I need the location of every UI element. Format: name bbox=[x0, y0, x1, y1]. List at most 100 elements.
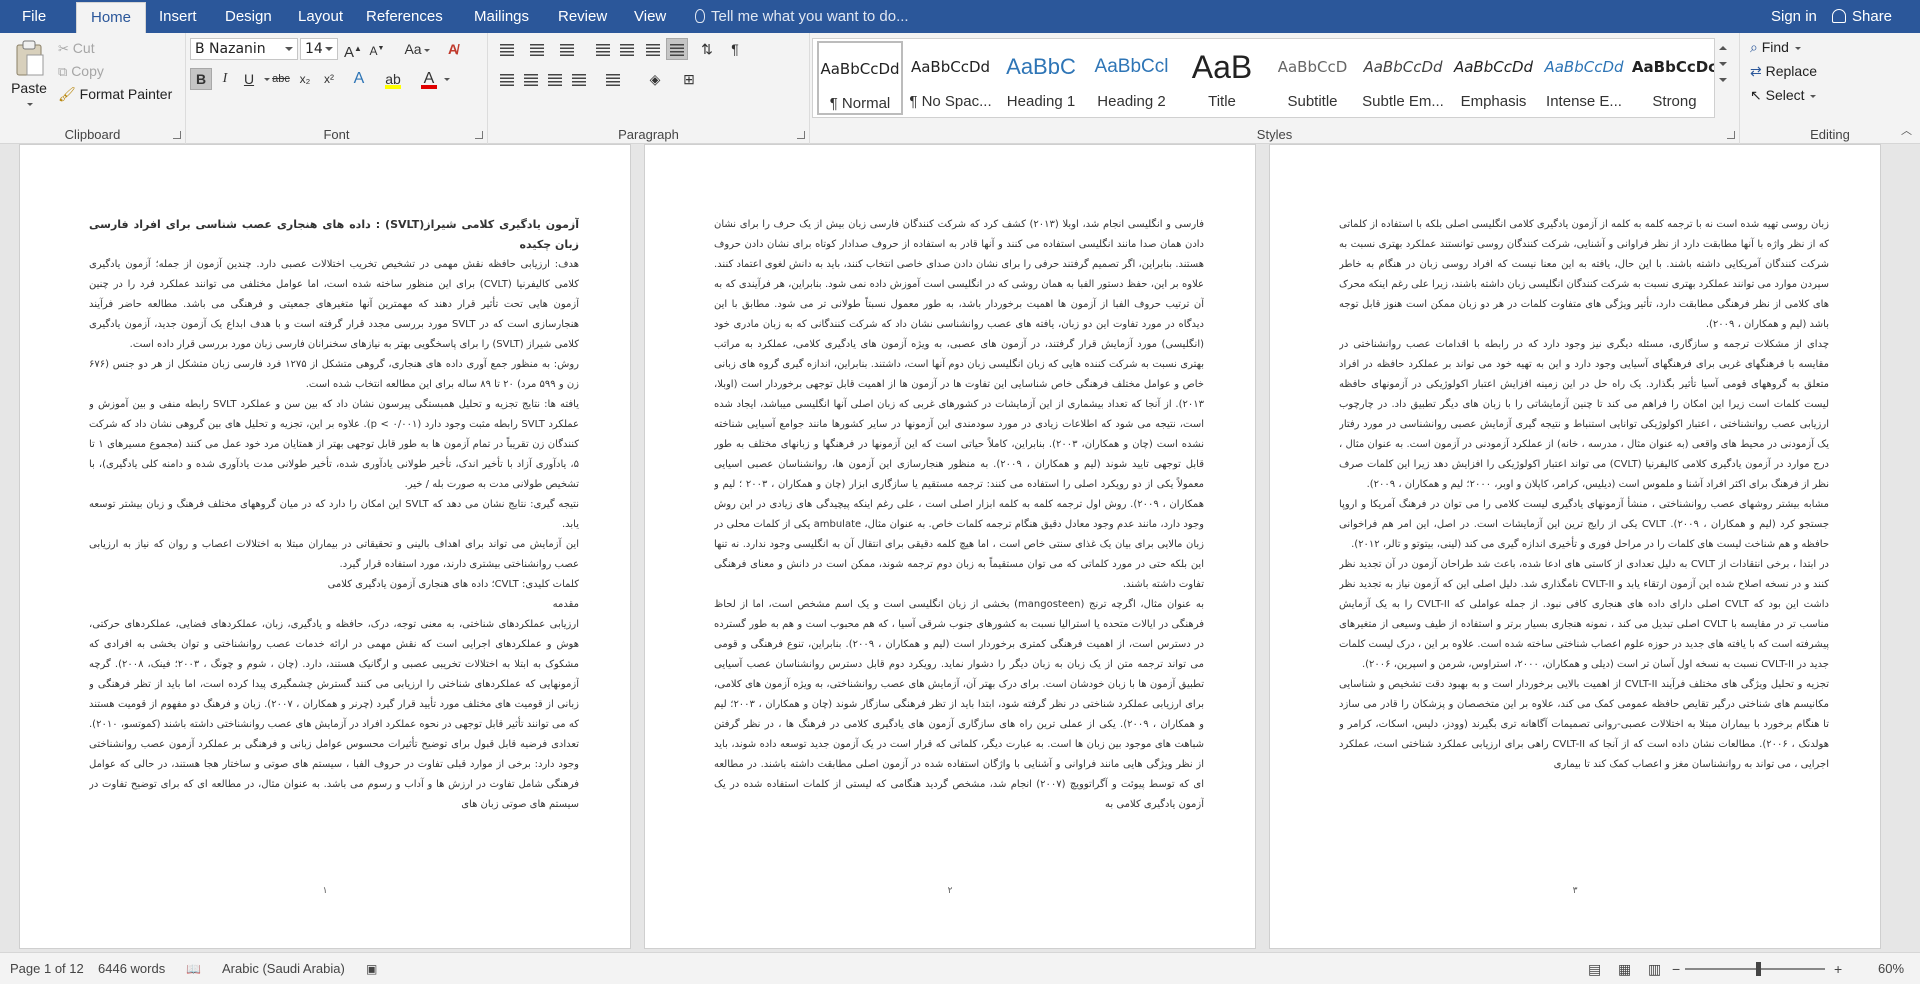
tab-insert[interactable]: Insert bbox=[159, 0, 197, 33]
strikethrough-button[interactable]: abc bbox=[270, 68, 292, 90]
bold-button[interactable]: B bbox=[190, 68, 212, 90]
zoom-out-icon[interactable]: − bbox=[1672, 953, 1680, 984]
font-family-select[interactable]: B Nazanin bbox=[190, 38, 298, 60]
document-area[interactable]: آزمون یادگیری کلامی شیراز(SVLT) : داده ه… bbox=[0, 144, 1920, 952]
page-2-body[interactable]: فارسی و انگلیسی انجام شد، اوبلا (۲۰۱۳) ک… bbox=[714, 215, 1204, 815]
collapse-ribbon-icon[interactable]: ︿ bbox=[1901, 122, 1912, 138]
line-spacing-button[interactable] bbox=[602, 68, 624, 90]
status-bar: Page 1 of 12 6446 words 📖 Arabic (Saudi … bbox=[0, 952, 1920, 984]
numbering-button[interactable] bbox=[526, 38, 548, 60]
clear-formatting-button[interactable]: A̸ bbox=[442, 38, 464, 60]
ltr-button[interactable] bbox=[642, 38, 664, 60]
style-subtle-em[interactable]: AaBbCcDd Subtle Em... bbox=[1360, 41, 1446, 115]
tab-layout[interactable]: Layout bbox=[298, 0, 343, 33]
tab-mailings[interactable]: Mailings bbox=[474, 0, 529, 33]
zoom-level[interactable]: 60% bbox=[1878, 953, 1904, 984]
tab-file[interactable]: File bbox=[22, 0, 46, 33]
font-launcher-icon[interactable] bbox=[475, 131, 483, 139]
paste-button[interactable]: Paste bbox=[8, 37, 50, 115]
paragraph-group: ⇅ ¶ ◈ ⊞ Paragraph bbox=[488, 33, 810, 144]
font-size-select[interactable]: 14 bbox=[300, 38, 338, 60]
style-subtitle[interactable]: AaBbCcD Subtitle bbox=[1270, 41, 1356, 115]
justify-button[interactable] bbox=[568, 68, 590, 90]
read-mode-icon[interactable]: ▤ bbox=[1588, 953, 1601, 984]
borders-button[interactable]: ⊞ bbox=[678, 68, 700, 90]
style-strong[interactable]: AaBbCcDc Strong bbox=[1632, 41, 1718, 115]
text-effects-button[interactable]: A bbox=[348, 68, 370, 90]
font-color-dropdown-icon[interactable] bbox=[444, 78, 450, 81]
paste-dropdown-icon[interactable] bbox=[27, 103, 33, 107]
shrink-font-button[interactable]: A▼ bbox=[366, 38, 388, 60]
page-3-body[interactable]: زبان روسی تهیه شده است نه با ترجمه کلمه … bbox=[1339, 215, 1829, 775]
style-preview: AaBbCcD bbox=[1277, 58, 1348, 76]
highlight-button[interactable]: ab bbox=[382, 68, 404, 90]
chevron-down-icon[interactable] bbox=[1718, 62, 1727, 66]
page-2[interactable]: فارسی و انگلیسی انجام شد، اوبلا (۲۰۱۳) ک… bbox=[644, 144, 1256, 949]
grow-font-button[interactable]: A▲ bbox=[342, 38, 364, 61]
cut-button[interactable]: ✂ Cut bbox=[58, 40, 95, 57]
tab-references[interactable]: References bbox=[366, 0, 443, 33]
find-button[interactable]: ⌕ Find bbox=[1750, 39, 1801, 56]
sort-button[interactable]: ⇅ bbox=[696, 38, 718, 60]
zoom-slider-thumb[interactable] bbox=[1756, 962, 1761, 976]
subscript-button[interactable]: x₂ bbox=[294, 68, 316, 90]
print-layout-icon[interactable]: ▦ bbox=[1618, 953, 1631, 984]
chevron-up-icon[interactable] bbox=[1718, 46, 1727, 50]
style-emphasis[interactable]: AaBbCcDd Emphasis bbox=[1451, 41, 1537, 115]
style-name: Heading 2 bbox=[1097, 93, 1166, 110]
proofing-icon[interactable]: 📖 bbox=[186, 953, 201, 984]
style-no-spac[interactable]: AaBbCcDd ¶ No Spac... bbox=[908, 41, 994, 115]
copy-button[interactable]: ⧉ Copy bbox=[58, 63, 104, 80]
decrease-indent-button[interactable] bbox=[592, 38, 614, 60]
word-count[interactable]: 6446 words bbox=[98, 953, 165, 984]
replace-button[interactable]: ⇄ Replace bbox=[1750, 63, 1817, 80]
multilevel-list-icon bbox=[560, 44, 574, 57]
style-heading-2[interactable]: AaBbCcl Heading 2 bbox=[1089, 41, 1175, 115]
align-right-button[interactable] bbox=[544, 68, 566, 90]
italic-button[interactable]: I bbox=[214, 68, 236, 90]
zoom-in-icon[interactable]: + bbox=[1834, 953, 1842, 984]
bullets-button[interactable] bbox=[496, 38, 518, 60]
web-layout-icon[interactable]: ▥ bbox=[1648, 953, 1661, 984]
page-1-body[interactable]: آزمون یادگیری کلامی شیراز(SVLT) : داده ه… bbox=[89, 215, 579, 815]
styles-launcher-icon[interactable] bbox=[1727, 131, 1735, 139]
zoom-slider[interactable] bbox=[1685, 968, 1825, 970]
style-heading-1[interactable]: AaBbC Heading 1 bbox=[998, 41, 1084, 115]
format-painter-button[interactable]: 🖌 Format Painter bbox=[58, 86, 172, 103]
gallery-scroll[interactable] bbox=[1714, 38, 1730, 118]
style-preview: AaBbCcl bbox=[1094, 56, 1169, 77]
rtl-button[interactable] bbox=[666, 38, 688, 60]
style-title[interactable]: AaB Title bbox=[1179, 41, 1265, 115]
language-indicator[interactable]: Arabic (Saudi Arabia) bbox=[222, 953, 345, 984]
change-case-button[interactable]: Aa bbox=[402, 38, 432, 60]
page-1[interactable]: آزمون یادگیری کلامی شیراز(SVLT) : داده ه… bbox=[19, 144, 631, 949]
style-intense-e[interactable]: AaBbCcDd Intense E... bbox=[1541, 41, 1627, 115]
page-count[interactable]: Page 1 of 12 bbox=[10, 953, 84, 984]
tell-me-box[interactable]: Tell me what you want to do... bbox=[695, 0, 909, 33]
document-title: آزمون یادگیری کلامی شیراز(SVLT) : داده ه… bbox=[89, 218, 579, 251]
shading-button[interactable]: ◈ bbox=[644, 68, 666, 90]
tab-review[interactable]: Review bbox=[558, 0, 607, 33]
tab-home[interactable]: Home bbox=[76, 2, 147, 33]
share-button[interactable]: Share bbox=[1832, 0, 1892, 33]
select-button[interactable]: ↖ Select bbox=[1750, 87, 1817, 104]
style-preview: AaBbCcDd bbox=[1363, 58, 1443, 76]
align-left-button[interactable] bbox=[496, 68, 518, 90]
sign-in-link[interactable]: Sign in bbox=[1771, 0, 1817, 33]
page-3[interactable]: زبان روسی تهیه شده است نه با ترجمه کلمه … bbox=[1269, 144, 1881, 949]
underline-button[interactable]: U bbox=[238, 68, 260, 90]
show-marks-button[interactable]: ¶ bbox=[724, 38, 746, 60]
align-center-button[interactable] bbox=[520, 68, 542, 90]
align-center-icon bbox=[524, 74, 538, 87]
more-icon[interactable] bbox=[1718, 78, 1727, 82]
multilevel-list-button[interactable] bbox=[556, 38, 578, 60]
paragraph-launcher-icon[interactable] bbox=[797, 131, 805, 139]
macro-icon[interactable]: ▣ bbox=[366, 953, 377, 984]
font-color-button[interactable]: A bbox=[418, 68, 440, 90]
tab-view[interactable]: View bbox=[634, 0, 666, 33]
increase-indent-button[interactable] bbox=[616, 38, 638, 60]
style-normal[interactable]: AaBbCcDd ¶ Normal bbox=[817, 41, 903, 115]
tab-design[interactable]: Design bbox=[225, 0, 272, 33]
clipboard-launcher-icon[interactable] bbox=[173, 131, 181, 139]
superscript-button[interactable]: x² bbox=[318, 68, 340, 90]
